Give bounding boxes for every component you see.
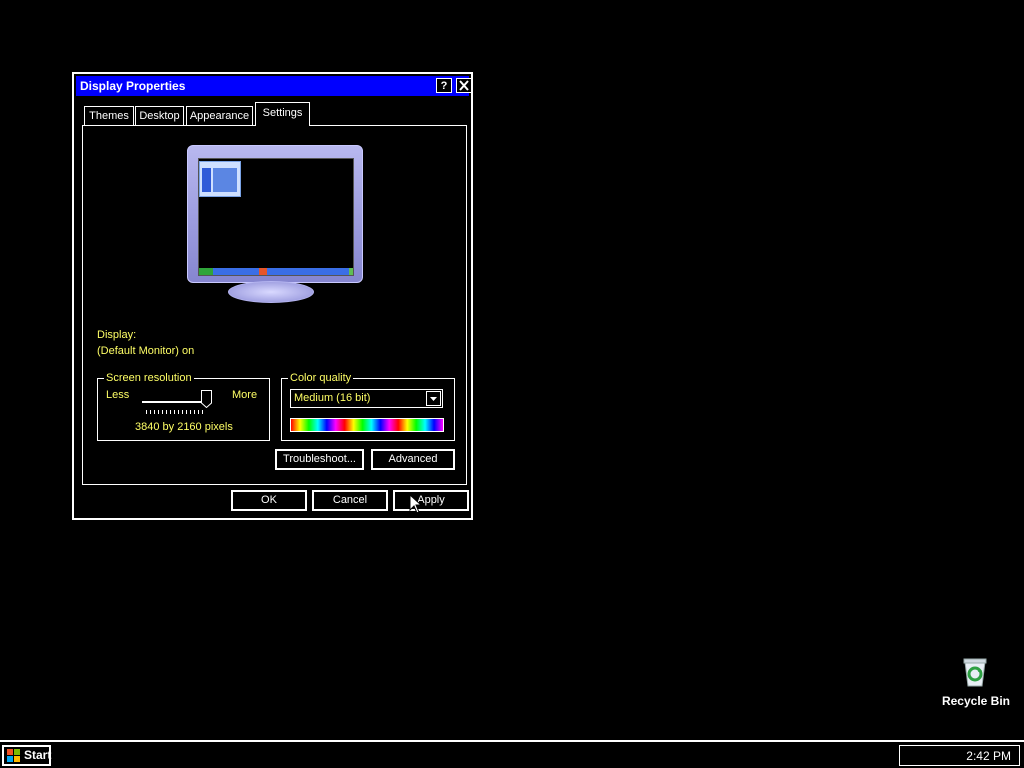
color-quality-value: Medium (16 bit) xyxy=(294,392,371,404)
screen-resolution-group: Screen resolution Less More 3840 by 2160… xyxy=(97,372,270,441)
window-title: Display Properties xyxy=(80,79,186,93)
screen-resolution-legend: Screen resolution xyxy=(104,372,194,384)
start-label: Start xyxy=(24,748,52,762)
close-icon xyxy=(459,80,469,91)
monitor-preview xyxy=(187,145,363,283)
close-button[interactable] xyxy=(456,78,472,93)
apply-button[interactable]: Apply xyxy=(393,490,469,511)
tab-appearance[interactable]: Appearance xyxy=(186,106,253,125)
resolution-value: 3840 by 2160 pixels xyxy=(135,421,233,433)
resolution-slider-ticks xyxy=(146,410,206,414)
color-spectrum-bar xyxy=(290,418,444,432)
monitor-stand xyxy=(228,281,314,303)
system-tray: 2:42 PM xyxy=(899,745,1020,766)
display-label: Display: xyxy=(97,329,137,341)
recycle-bin-label: Recycle Bin xyxy=(941,694,1011,708)
start-button[interactable]: Start xyxy=(2,745,51,766)
resolution-slider-thumb[interactable] xyxy=(201,390,212,408)
troubleshoot-button[interactable]: Troubleshoot... xyxy=(275,449,364,470)
color-quality-group: Color quality Medium (16 bit) xyxy=(281,372,455,441)
more-label: More xyxy=(232,389,258,401)
taskbar: Start 2:42 PM xyxy=(0,740,1024,768)
ok-button[interactable]: OK xyxy=(231,490,307,511)
title-bar[interactable]: Display Properties ? xyxy=(76,76,472,96)
preview-window-thumbnail xyxy=(199,161,241,197)
settings-panel: Display: (Default Monitor) on Screen res… xyxy=(82,125,467,485)
mouse-cursor-icon xyxy=(409,494,423,514)
color-quality-legend: Color quality xyxy=(288,372,354,384)
cancel-button[interactable]: Cancel xyxy=(312,490,388,511)
color-quality-select[interactable]: Medium (16 bit) xyxy=(290,389,443,408)
monitor-screen xyxy=(198,158,354,276)
display-properties-window: Display Properties ? Themes Desktop Appe… xyxy=(72,72,473,520)
tab-desktop[interactable]: Desktop xyxy=(135,106,184,125)
less-label: Less xyxy=(106,389,130,401)
help-button[interactable]: ? xyxy=(436,78,452,93)
preview-taskbar xyxy=(199,268,353,275)
advanced-button[interactable]: Advanced xyxy=(371,449,455,470)
resolution-slider-track[interactable] xyxy=(142,401,206,403)
recycle-bin-icon xyxy=(963,658,987,687)
tab-themes[interactable]: Themes xyxy=(84,106,134,125)
windows-logo-icon xyxy=(7,749,20,762)
tab-settings[interactable]: Settings xyxy=(255,102,310,126)
clock[interactable]: 2:42 PM xyxy=(966,749,1011,763)
display-value: (Default Monitor) on xyxy=(97,345,195,357)
dropdown-button[interactable] xyxy=(426,391,441,406)
recycle-bin-desktop-icon[interactable]: Recycle Bin xyxy=(936,654,1016,710)
chevron-down-icon xyxy=(430,397,437,401)
